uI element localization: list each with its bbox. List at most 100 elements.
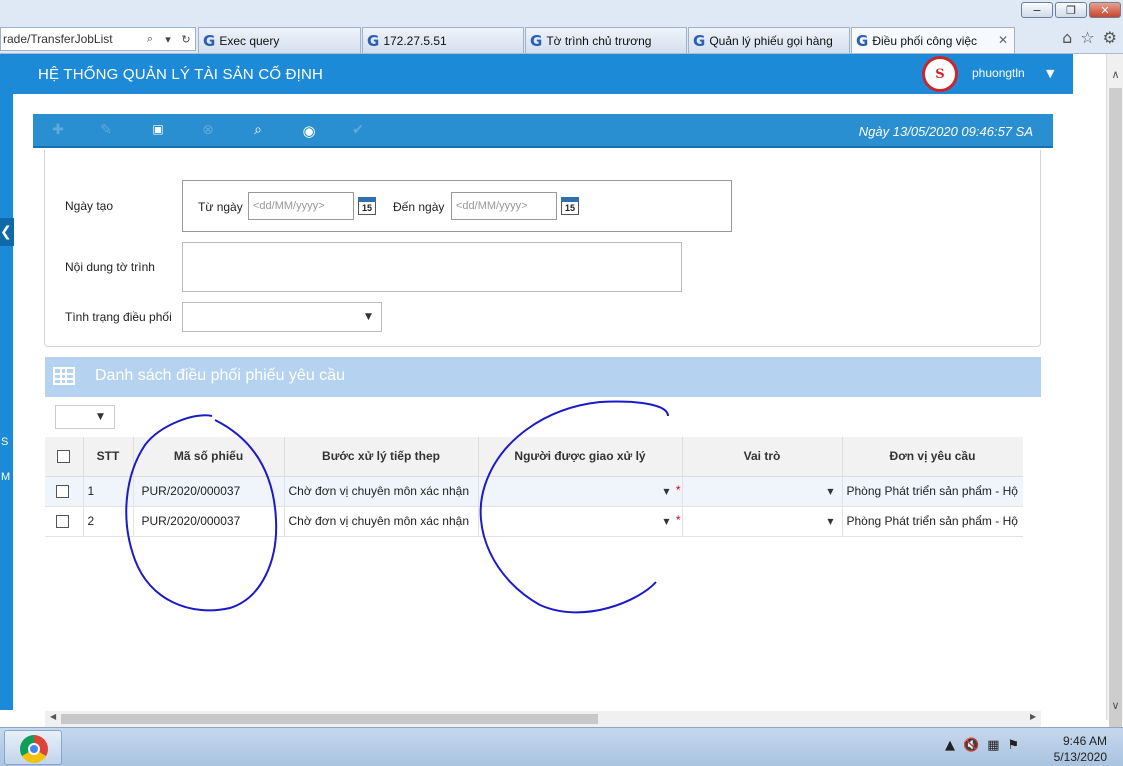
left-sidebar: ❮ S M: [0, 94, 14, 710]
assignee-select[interactable]: ▼ *: [478, 476, 683, 507]
refresh-icon[interactable]: ↻: [177, 33, 195, 46]
home-icon[interactable]: ⌂: [1062, 28, 1072, 47]
unit-cell: Phòng Phát triển sản phẩm - Hộ: [842, 506, 1023, 537]
google-icon: G: [693, 31, 706, 50]
approve-icon[interactable]: ✔: [348, 122, 368, 140]
delete-icon[interactable]: ⊗: [198, 122, 218, 140]
settings-icon[interactable]: ⚙: [1103, 28, 1117, 47]
browser-tab[interactable]: G 172.27.5.51: [362, 27, 524, 53]
dropdown-icon[interactable]: ▾: [159, 33, 177, 46]
role-select[interactable]: ▼: [682, 506, 843, 537]
add-icon[interactable]: ✚: [48, 122, 68, 140]
scroll-left-icon[interactable]: ◀: [50, 712, 56, 721]
role-select[interactable]: ▼: [682, 476, 843, 507]
close-tab-icon[interactable]: ✕: [998, 33, 1008, 47]
chevron-down-icon: ▼: [663, 516, 670, 526]
tab-label: Tờ trình chủ trương: [546, 33, 652, 48]
stt-cell: 1: [83, 476, 134, 507]
code-cell: PUR/2020/000037: [133, 506, 285, 537]
required-mark: *: [675, 512, 681, 527]
row-select-cell[interactable]: [45, 506, 84, 537]
status-label: Tình trạng điều phối: [65, 310, 172, 324]
to-date-input[interactable]: <dd/MM/yyyy>: [451, 192, 557, 220]
column-header[interactable]: Mã số phiếu: [133, 437, 285, 477]
row-select-cell[interactable]: [45, 476, 84, 507]
flag-icon[interactable]: ⚑: [1007, 738, 1019, 753]
column-header[interactable]: Đơn vị yêu cầu: [842, 437, 1023, 477]
date-range-box: Từ ngày <dd/MM/yyyy> 15 Đến ngày <dd/MM/…: [182, 180, 732, 232]
network-icon[interactable]: ▦: [987, 738, 999, 753]
vertical-scrollbar[interactable]: ∧ ∨: [1106, 54, 1123, 742]
search-icon[interactable]: ⌕: [141, 32, 159, 46]
minimize-button[interactable]: −: [1021, 2, 1053, 18]
status-select[interactable]: ▼: [182, 302, 382, 332]
table-row[interactable]: 2 PUR/2020/000037 Chờ đơn vị chuyên môn …: [45, 506, 1023, 537]
window-controls: − ❐ ✕: [1021, 2, 1121, 18]
collapse-sidebar-icon[interactable]: ❮: [0, 218, 14, 246]
browser-tab-active[interactable]: G Điều phối công việc ✕: [851, 27, 1015, 53]
app-title: HỆ THỐNG QUẢN LÝ TÀI SẢN CỐ ĐỊNH: [38, 66, 324, 83]
required-mark: *: [675, 482, 681, 497]
select-all-checkbox[interactable]: [57, 450, 71, 464]
column-header[interactable]: Người được giao xử lý: [478, 437, 683, 477]
stt-cell: 2: [83, 506, 134, 537]
content-label: Nội dung tờ trình: [65, 260, 155, 274]
scroll-down-icon[interactable]: ∨: [1107, 699, 1123, 712]
content-textarea[interactable]: [182, 242, 682, 292]
volume-muted-icon[interactable]: 🔇: [963, 738, 979, 753]
taskbar-clock[interactable]: 9:46 AM 5/13/2020: [1054, 733, 1107, 765]
step-cell: Chờ đơn vị chuyên môn xác nhận: [284, 476, 479, 507]
scrollbar-thumb[interactable]: [61, 714, 598, 724]
browser-tab[interactable]: G Tờ trình chủ trương: [525, 27, 687, 53]
favorites-icon[interactable]: ☆: [1080, 28, 1094, 47]
show-hidden-icons-icon[interactable]: ▲: [945, 738, 955, 753]
code-cell: PUR/2020/000037: [133, 476, 285, 507]
chevron-down-icon: ▼: [663, 486, 670, 496]
company-logo: S: [922, 56, 958, 92]
browser-chrome: − ❐ ✕ rade/TransferJobList ⌕ ▾ ↻ G Exec …: [0, 0, 1123, 54]
chrome-taskbar-button[interactable]: [4, 730, 62, 765]
list-header: Danh sách điều phối phiếu yêu cầu: [45, 357, 1041, 397]
datetime-display: Ngày 13/05/2020 09:46:57 SA: [858, 124, 1033, 139]
table-row[interactable]: 1 PUR/2020/000037 Chờ đơn vị chuyên môn …: [45, 476, 1023, 507]
address-bar[interactable]: rade/TransferJobList ⌕ ▾ ↻: [0, 27, 196, 51]
created-date-label: Ngày tạo: [65, 199, 114, 213]
column-header[interactable]: STT: [83, 437, 134, 477]
maximize-button[interactable]: ❐: [1055, 2, 1087, 18]
page-size-select[interactable]: ▼: [55, 405, 115, 429]
username[interactable]: phuongtln: [972, 66, 1025, 80]
system-tray: ▲ 🔇 ▦ ⚑: [945, 738, 1019, 753]
view-icon[interactable]: ◉: [296, 122, 322, 140]
assignee-select[interactable]: ▼ *: [478, 506, 683, 537]
row-checkbox[interactable]: [56, 515, 69, 529]
column-header[interactable]: Bước xử lý tiếp thep: [284, 437, 479, 477]
list-title: Danh sách điều phối phiếu yêu cầu: [95, 367, 345, 384]
step-cell: Chờ đơn vị chuyên môn xác nhận: [284, 506, 479, 537]
select-all-cell[interactable]: [45, 437, 84, 477]
chevron-down-icon: ▼: [827, 516, 834, 526]
clock-time: 9:46 AM: [1062, 734, 1107, 748]
calendar-icon[interactable]: 15: [358, 197, 376, 215]
tab-label: 172.27.5.51: [383, 33, 447, 48]
to-date-label: Đến ngày: [393, 200, 445, 214]
grid-icon: [53, 367, 75, 385]
edit-icon[interactable]: ✎: [96, 122, 116, 140]
unit-cell: Phòng Phát triển sản phẩm - Hộ: [842, 476, 1023, 507]
browser-tab[interactable]: G Quản lý phiếu gọi hàng: [688, 27, 850, 53]
close-window-button[interactable]: ✕: [1089, 2, 1121, 18]
row-checkbox[interactable]: [56, 485, 69, 499]
horizontal-scrollbar[interactable]: ◀ ▶: [45, 711, 1041, 727]
calendar-icon[interactable]: 15: [561, 197, 579, 215]
column-header[interactable]: Vai trò: [682, 437, 843, 477]
from-date-input[interactable]: <dd/MM/yyyy>: [248, 192, 354, 220]
action-toolbar: ✚ ✎ ▣ ⊗ ⌕ ◉ ✔ Ngày 13/05/2020 09:46:57 S…: [33, 114, 1053, 148]
browser-tab[interactable]: G Exec query: [198, 27, 361, 53]
scroll-right-icon[interactable]: ▶: [1030, 712, 1036, 721]
user-menu-caret-icon[interactable]: ▼: [1046, 67, 1054, 80]
scrollbar-thumb[interactable]: [1109, 88, 1122, 742]
address-text[interactable]: rade/TransferJobList: [3, 32, 141, 46]
search-icon[interactable]: ⌕: [248, 122, 268, 140]
save-icon[interactable]: ▣: [148, 122, 168, 140]
scroll-up-icon[interactable]: ∧: [1107, 68, 1123, 81]
sidebar-text: M: [1, 471, 11, 483]
